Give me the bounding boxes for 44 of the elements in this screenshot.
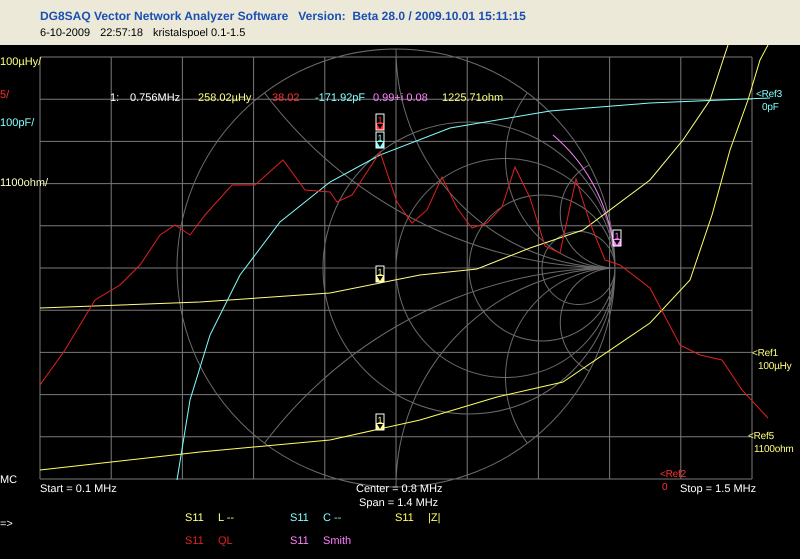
trace-format: |Z| xyxy=(428,512,442,525)
stop-frequency: Stop = 1.5 MHz xyxy=(680,483,756,496)
date-text: 6-10-2009 xyxy=(40,27,90,39)
trace-parameter: S11 xyxy=(185,535,205,548)
reference-name: <Ref2 xyxy=(660,468,686,481)
measurement-name: kristalspoel 0.1-1.5 xyxy=(152,27,246,39)
trace-format: QL xyxy=(218,535,234,548)
reference-value: 0 xyxy=(662,481,668,494)
marker-readout: -171.92pF xyxy=(315,92,366,105)
marker-flag: 1 xyxy=(376,114,384,130)
reference-name: <Ref5 xyxy=(748,430,774,443)
trace-parameter: S11 xyxy=(290,512,310,525)
inductance-scale: 100µHy/ xyxy=(0,56,42,69)
impedance-scale: 1100ohm/ xyxy=(0,177,48,190)
marker-flag: 1 xyxy=(376,414,384,430)
quality-factor-scale: 5/ xyxy=(0,89,10,102)
marker-flag: 1 xyxy=(376,132,384,148)
trace-format: Smith xyxy=(323,535,352,548)
frequency-span: Span = 1.4 MHz xyxy=(359,497,438,510)
marker-flag: 1 xyxy=(376,266,384,282)
capacitance-scale: 100pF/ xyxy=(0,117,34,130)
reference-value: 0pF xyxy=(762,101,779,114)
marker-readout: 258.02µHy xyxy=(198,92,252,105)
marker-readout: 0.756MHz xyxy=(130,92,180,105)
marker-readout: 1: xyxy=(110,92,120,105)
trace-parameter: S11 xyxy=(185,512,205,525)
command-prompt: => xyxy=(0,518,13,531)
reference-name: <Ref1 xyxy=(752,347,778,360)
trace-format: C -- xyxy=(323,512,342,525)
reference-name: <Ref3 xyxy=(756,88,782,101)
start-frequency: Start = 0.1 MHz xyxy=(40,483,117,496)
marker-readout: 1225.71ohm xyxy=(442,92,504,105)
marker-readout: 38.02 xyxy=(272,92,300,105)
mode-label: MC xyxy=(0,474,18,487)
window-title: DG8SAQ Vector Network Analyzer Software Version: Beta 28.0 / 2009.10.01 15:11:15 xyxy=(40,9,527,23)
center-frequency: Center = 0.8 MHz xyxy=(356,483,443,496)
marker-flag: 1 xyxy=(612,230,622,246)
trace-parameter: S11 xyxy=(290,535,310,548)
reference-value: 1100ohm xyxy=(754,443,794,456)
trace-parameter: S11 xyxy=(395,512,415,525)
time-text: 22:57:18 xyxy=(100,27,143,39)
trace-format: L -- xyxy=(218,512,236,525)
marker-readout: 0.99+i 0.08 xyxy=(373,92,428,105)
reference-value: 100µHy xyxy=(758,360,792,373)
